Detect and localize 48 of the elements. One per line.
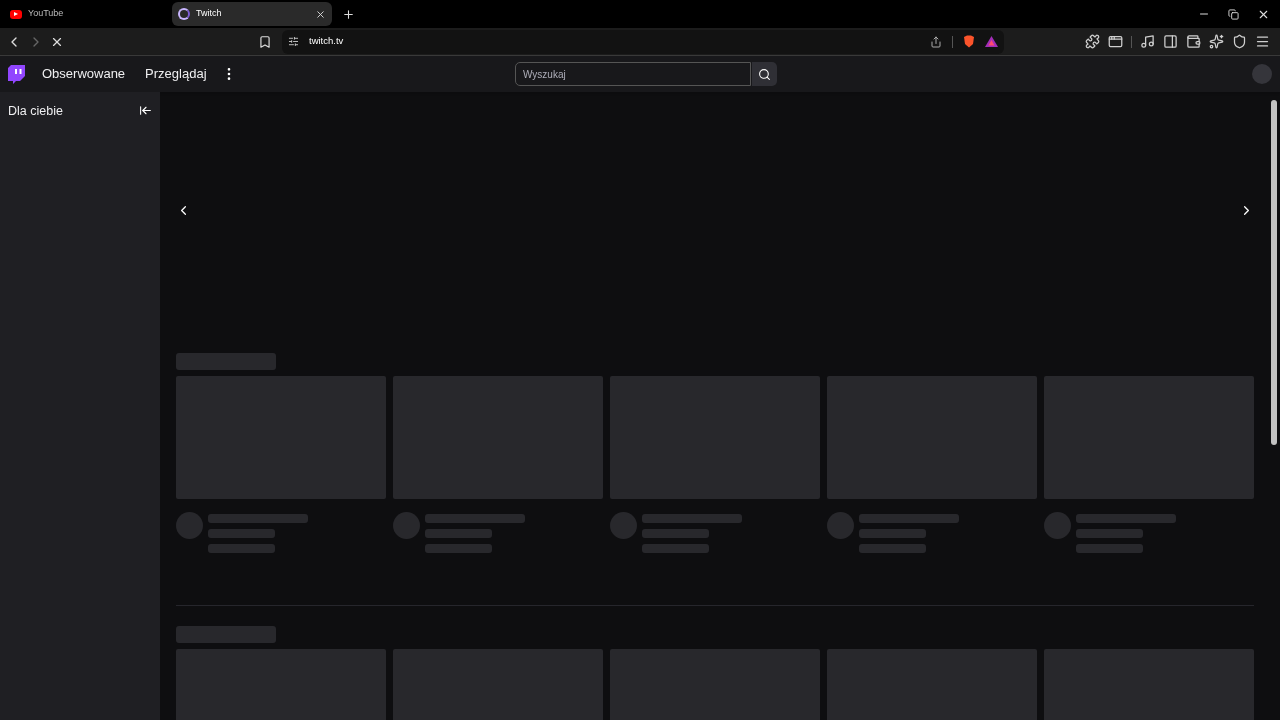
- browser-tab[interactable]: YouTube: [4, 2, 164, 26]
- tab-title: YouTube: [28, 7, 65, 21]
- text-placeholder: [1076, 544, 1143, 553]
- menu-icon[interactable]: [1255, 34, 1270, 49]
- loading-spinner-icon: [178, 8, 190, 20]
- new-tab-icon[interactable]: [342, 7, 355, 21]
- text-placeholder: [1076, 529, 1143, 538]
- search-field[interactable]: Wyszukaj: [515, 62, 751, 86]
- shield-icon[interactable]: [1232, 34, 1247, 49]
- bookmark-icon[interactable]: [258, 34, 272, 49]
- sidebar-icon[interactable]: [1163, 34, 1178, 49]
- search-button[interactable]: [752, 62, 777, 86]
- search-icon: [758, 67, 771, 81]
- video-logo-icon: [10, 9, 22, 19]
- triangle-icon[interactable]: [985, 36, 998, 47]
- puzzle-icon[interactable]: [1085, 34, 1100, 49]
- browser-tab[interactable]: Twitch: [172, 2, 332, 26]
- text-placeholder: [208, 529, 275, 538]
- avatar-placeholder: [176, 512, 203, 539]
- collapse-icon[interactable]: [139, 104, 152, 117]
- avatar-placeholder: [393, 512, 420, 539]
- lion-shield-icon[interactable]: [963, 35, 975, 48]
- sparkle-icon[interactable]: [1209, 34, 1224, 49]
- text-placeholder: [859, 529, 926, 538]
- share-icon[interactable]: [930, 35, 942, 48]
- text-placeholder: [208, 544, 275, 553]
- text-placeholder: [859, 544, 926, 553]
- settings-icon[interactable]: [288, 36, 299, 47]
- close-icon[interactable]: [315, 8, 326, 20]
- music-icon[interactable]: [1140, 34, 1155, 49]
- text-placeholder: [425, 544, 492, 553]
- sidebar-title: Dla ciebie: [8, 103, 63, 120]
- address-bar[interactable]: twitch.tv: [282, 29, 1004, 54]
- scrollbar-thumb[interactable]: [1271, 100, 1277, 445]
- chat-bubble-logo-icon[interactable]: [8, 64, 25, 84]
- avatar-placeholder: [827, 512, 854, 539]
- url-text: twitch.tv: [309, 34, 345, 49]
- nav-link[interactable]: Obserwowane: [42, 64, 126, 84]
- restore-icon[interactable]: [1228, 8, 1239, 20]
- text-placeholder: [425, 529, 492, 538]
- avatar-placeholder: [1044, 512, 1071, 539]
- text-placeholder: [642, 529, 709, 538]
- wallet-icon[interactable]: [1186, 34, 1201, 49]
- text-placeholder: [642, 544, 709, 553]
- tab-title: Twitch: [196, 7, 223, 21]
- window-icon[interactable]: [1108, 34, 1123, 49]
- avatar-placeholder: [610, 512, 637, 539]
- nav-link[interactable]: Przeglądaj: [145, 64, 207, 84]
